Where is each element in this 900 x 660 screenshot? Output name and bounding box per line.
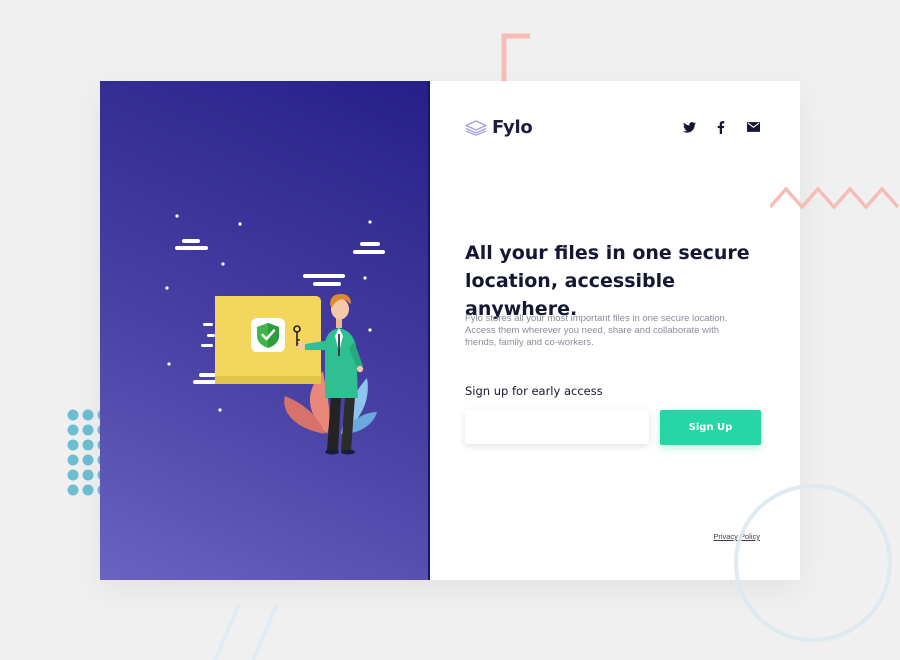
signup-label: Sign up for early access — [465, 384, 603, 398]
stacked-layers-icon — [465, 119, 487, 136]
twitter-icon[interactable] — [682, 120, 696, 134]
envelope-icon[interactable] — [746, 120, 760, 134]
page-headline: All your files in one secure location, a… — [465, 242, 750, 320]
zigzag-decoration — [770, 186, 900, 210]
corner-bracket-decoration — [501, 33, 530, 82]
person-with-secure-folder-illustration — [165, 214, 385, 455]
social-links — [682, 120, 760, 134]
brand-logo[interactable]: Fylo — [465, 117, 533, 138]
hero-description: Fylo stores all your most important file… — [465, 313, 728, 348]
facebook-icon[interactable] — [714, 120, 728, 134]
brand-name: Fylo — [492, 117, 533, 138]
signup-button[interactable]: Sign Up — [660, 410, 761, 445]
main-card: Fylo All your files in one secure locati… — [100, 81, 800, 580]
page-background: Fylo All your files in one secure locati… — [0, 0, 900, 660]
email-input[interactable] — [465, 410, 649, 444]
hero-panel — [100, 81, 430, 580]
ring-decoration — [734, 484, 892, 642]
slash-lines-decoration — [213, 603, 279, 660]
